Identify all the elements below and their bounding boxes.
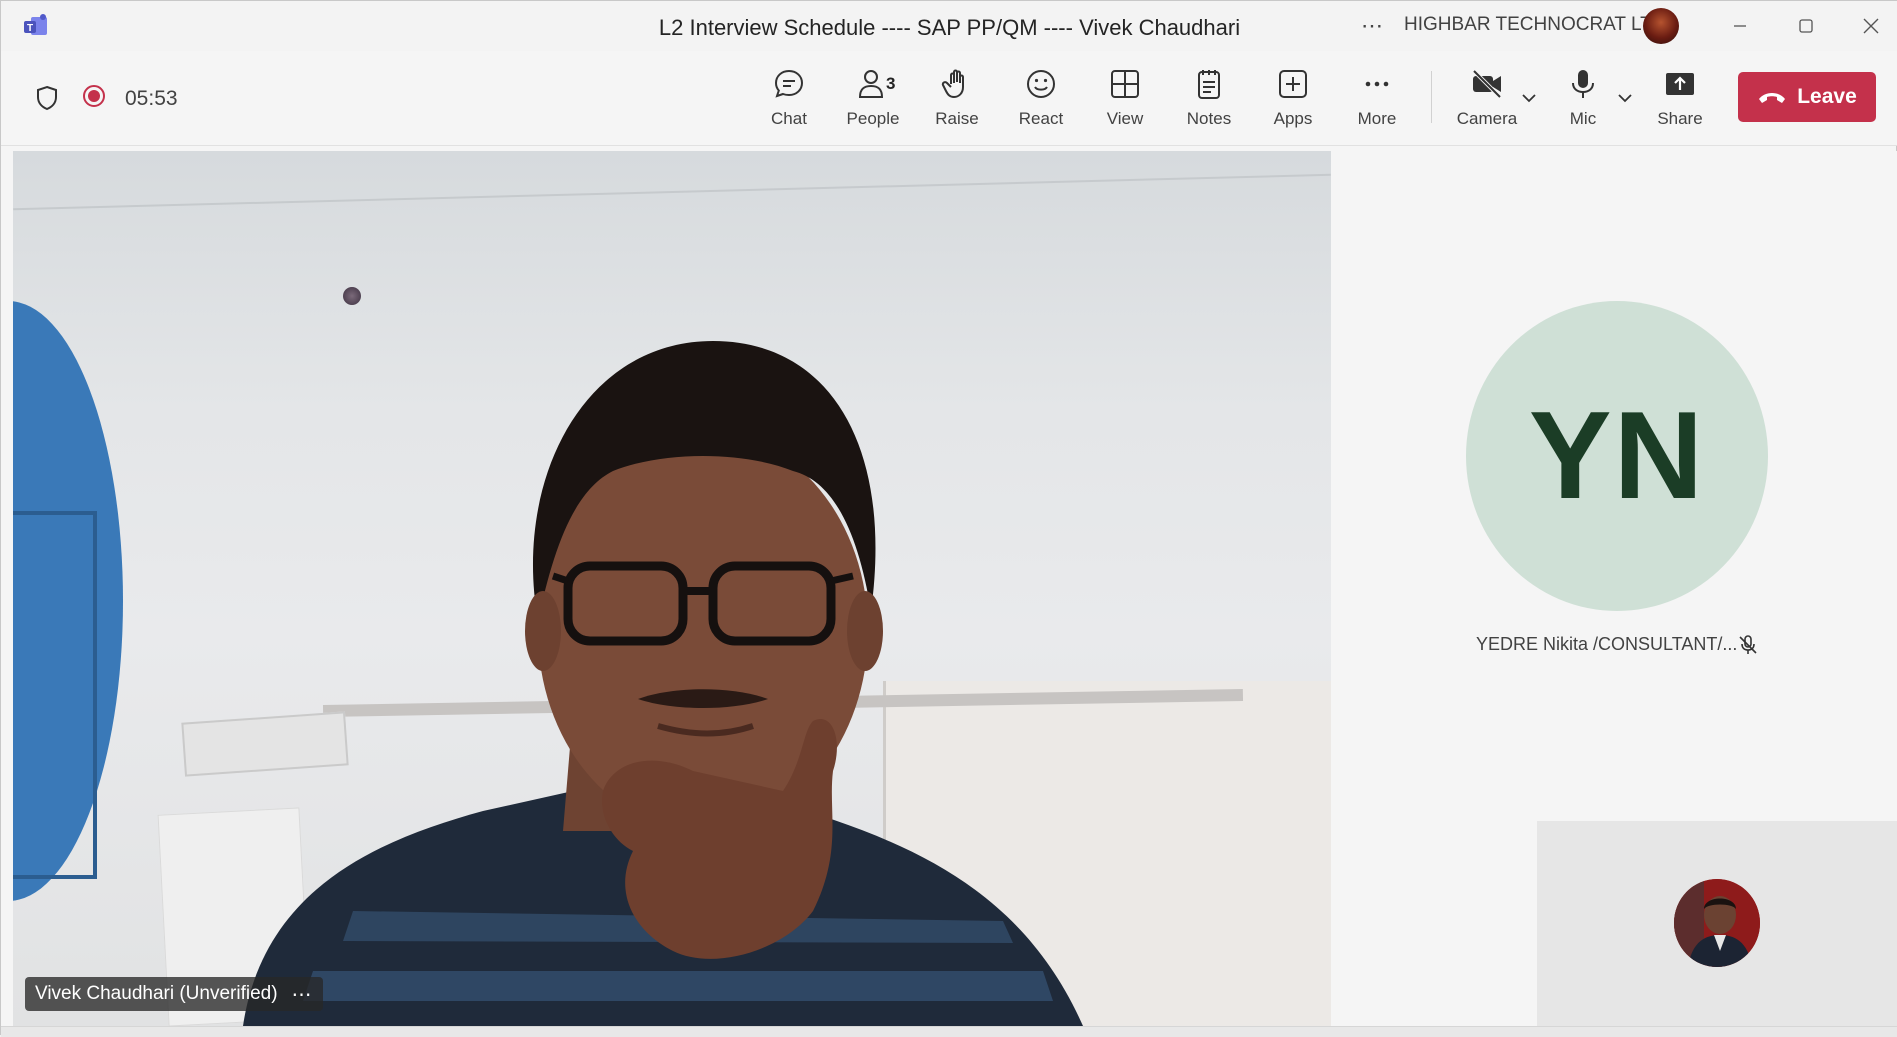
notes-label: Notes [1186,109,1232,128]
mic-muted-icon [1739,635,1757,654]
mic-label: Mic [1569,109,1597,128]
people-button[interactable]: 3 People [833,67,913,137]
maximize-icon [1799,19,1813,33]
teams-app-icon: T [24,14,47,35]
smile-icon [1027,70,1055,98]
more-label: More [1357,109,1397,128]
people-label: People [846,109,900,128]
raise-hand-button[interactable]: Raise [917,67,997,137]
raise-label: Raise [935,109,979,128]
react-button[interactable]: React [1001,67,1081,137]
leave-button[interactable]: Leave [1738,72,1876,122]
mic-icon [1572,70,1594,98]
account-avatar[interactable] [1643,8,1679,44]
recording-indicator [83,85,105,107]
minimize-button[interactable] [1722,11,1758,41]
chat-button[interactable]: Chat [749,67,829,137]
plus-square-icon [1279,70,1307,98]
close-icon [1863,18,1879,34]
share-icon [1666,73,1694,95]
shield-icon[interactable] [35,85,59,111]
teams-meeting-window: T L2 Interview Schedule ---- SAP PP/QM -… [0,0,1897,1037]
participant-more-button[interactable]: ⋯ [292,982,313,1007]
hand-icon [941,69,964,98]
share-label: Share [1657,109,1703,128]
camera-off-icon [1472,69,1502,99]
svg-text:T: T [27,23,33,34]
people-count: 3 [886,74,896,93]
title-bar: T L2 Interview Schedule ---- SAP PP/QM -… [1,1,1897,52]
self-avatar-photo [1674,879,1760,967]
people-icon [858,70,884,98]
view-label: View [1106,109,1144,128]
main-video-tile[interactable]: Vivek Chaudhari (Unverified) ⋯ [13,151,1331,1026]
organization-name[interactable]: HIGHBAR TECHNOCRAT LTD [1404,14,1665,36]
apps-label: Apps [1273,109,1313,128]
notes-button[interactable]: Notes [1169,67,1249,137]
window-bottom-edge [1,1026,1897,1037]
apps-button[interactable]: Apps [1253,67,1333,137]
minimize-icon [1734,25,1746,27]
chat-label: Chat [771,109,807,128]
participant-initials-avatar[interactable]: YN [1466,301,1768,611]
meeting-timer: 05:53 [125,87,178,110]
participant-name: Vivek Chaudhari (Unverified) [35,983,278,1004]
camera-button[interactable]: Camera [1447,67,1527,137]
react-label: React [1018,109,1064,128]
close-button[interactable] [1853,11,1889,41]
camera-label: Camera [1456,109,1518,128]
phone-hangup-icon [1759,93,1786,103]
share-button[interactable]: Share [1640,67,1720,137]
self-avatar [1674,879,1760,967]
mic-button[interactable]: Mic [1543,67,1623,137]
chat-icon [774,69,804,98]
title-more-button[interactable]: ⋯ [1361,13,1384,39]
camera-options-chevron-icon[interactable] [1520,91,1538,105]
mic-options-chevron-icon[interactable] [1616,91,1634,105]
notes-icon [1198,70,1220,99]
leave-label: Leave [1797,85,1857,108]
more-button[interactable]: More [1337,67,1417,137]
participant-video-person [243,341,1083,1026]
toolbar-divider [1431,71,1432,123]
view-button[interactable]: View [1085,67,1165,137]
side-participant-name: YEDRE Nikita /CONSULTANT/... [1476,634,1738,654]
participant-name-tag: Vivek Chaudhari (Unverified) ⋯ [25,977,323,1011]
maximize-button[interactable] [1788,11,1824,41]
grid-icon [1111,70,1139,98]
more-icon [1365,81,1389,87]
